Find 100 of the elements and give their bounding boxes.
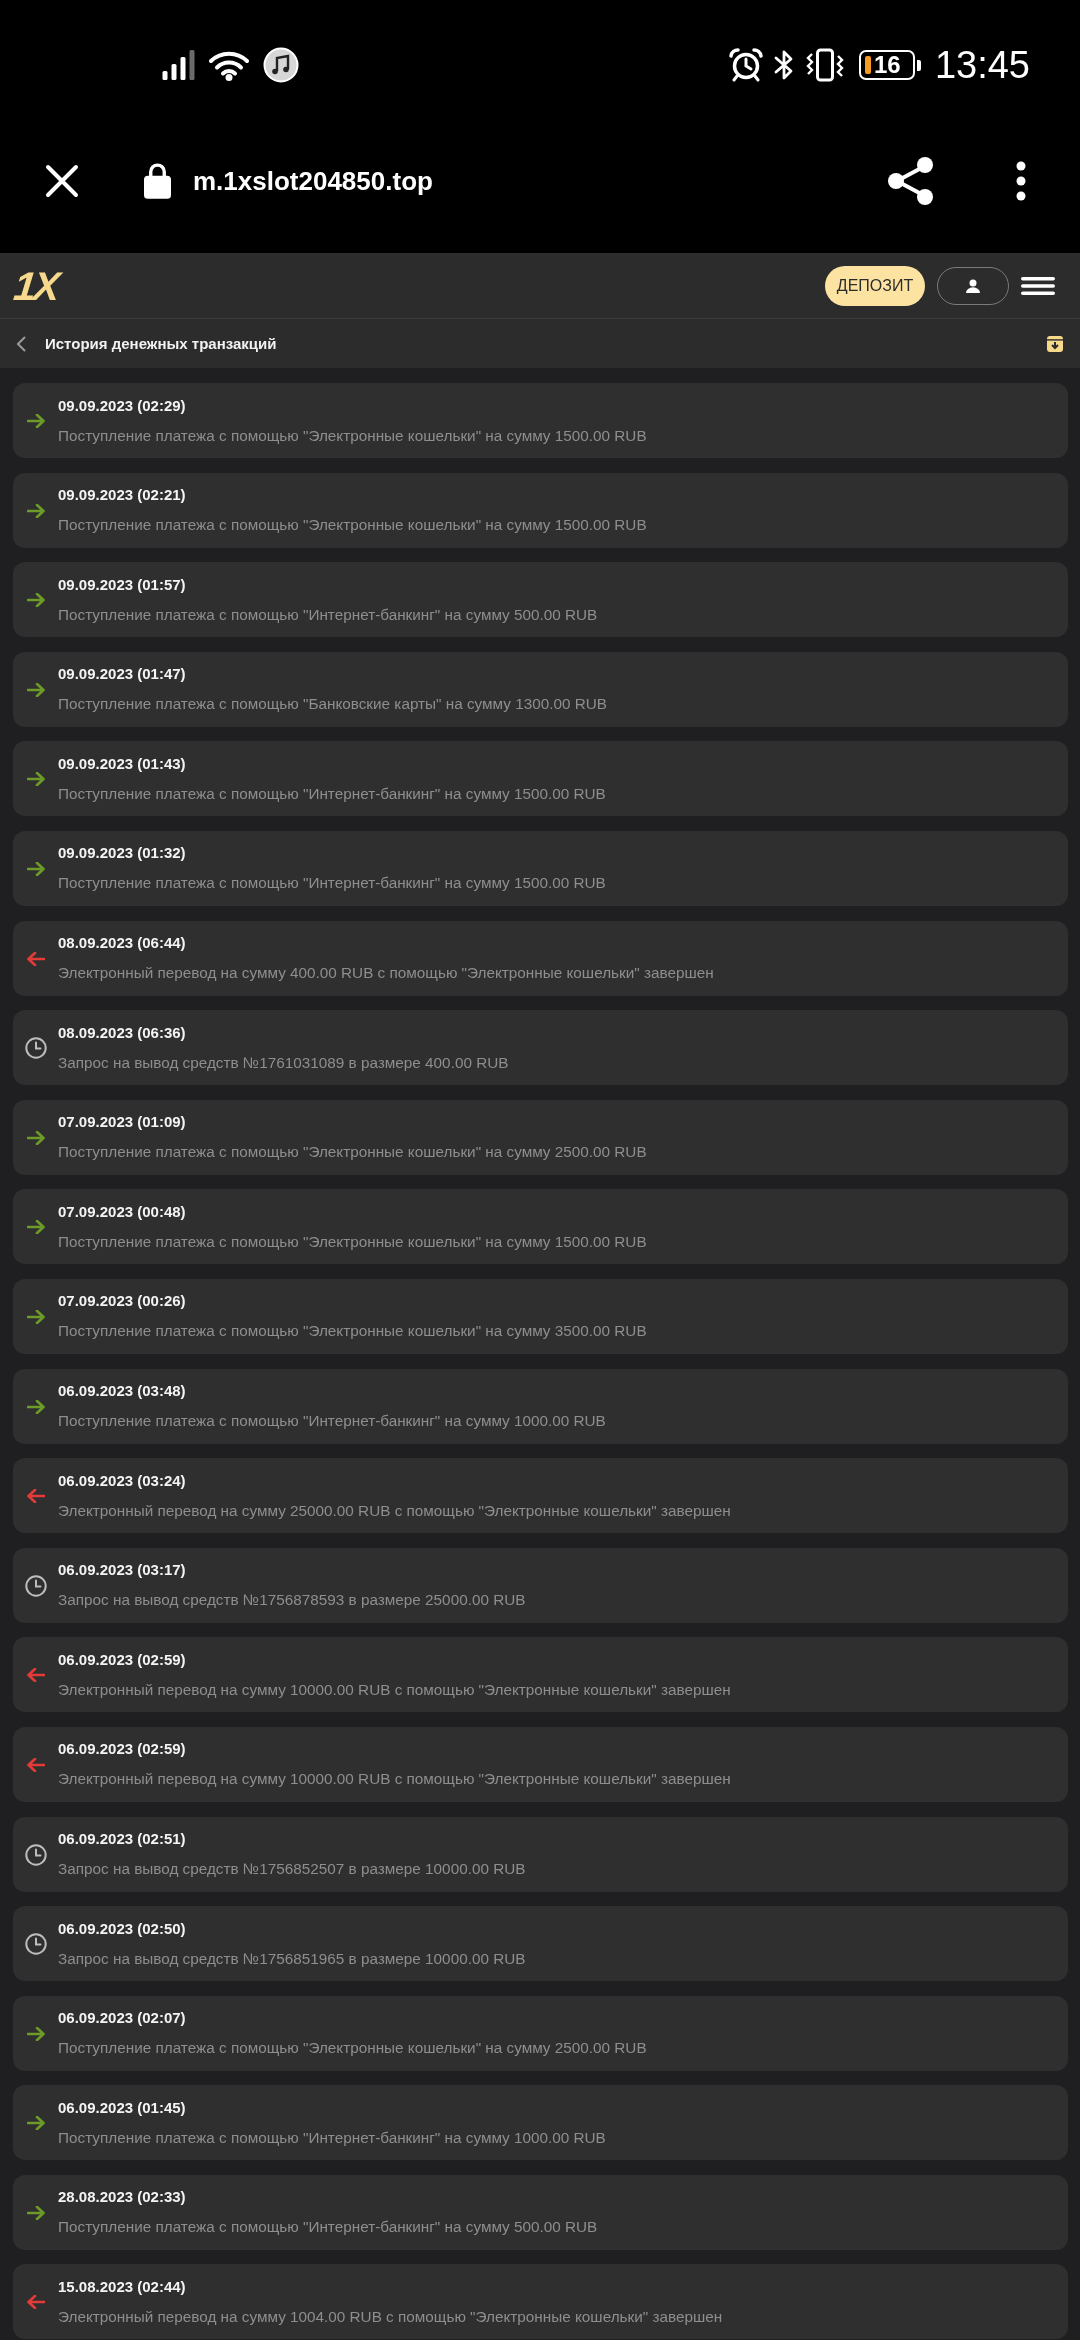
transaction-card[interactable]: 28.08.2023 (02:33) Поступление платежа с помощью "Интернет-банкинг" на сумму 500.00 RUB xyxy=(13,2174,1068,2250)
transaction-description: Поступление платежа с помощью "Интернет-банкинг" на сумму 500.00 RUB xyxy=(58,2218,598,2237)
site-logo[interactable]: 1X xyxy=(11,265,60,306)
right-arrow-icon xyxy=(27,772,45,787)
transaction-description: Поступление платежа с помощью "Интернет-банкинг" на сумму 1500.00 RUB xyxy=(58,784,606,803)
transaction-description: Поступление платежа с помощью "Электронные кошельки" на сумму 2500.00 RUB xyxy=(58,1143,647,1162)
transaction-card[interactable]: 06.09.2023 (02:59) Электронный перевод на сумму 10000.00 RUB с помощью "Электронные кошельки" завершен xyxy=(13,1726,1068,1802)
transaction-card[interactable]: 06.09.2023 (03:24) Электронный перевод на сумму 25000.00 RUB с помощью "Электронные кошельки" завершен xyxy=(13,1458,1068,1534)
transaction-card[interactable]: 06.09.2023 (02:59) Электронный перевод на сумму 10000.00 RUB с помощью "Электронные кошельки" завершен xyxy=(13,1637,1068,1713)
transaction-date: 07.09.2023 (00:48) xyxy=(58,1202,186,1221)
transaction-card[interactable]: 06.09.2023 (03:17) Запрос на вывод средств №1756878593 в размере 25000.00 RUB xyxy=(13,1547,1068,1623)
transaction-date: 09.09.2023 (01:47) xyxy=(58,665,186,684)
transaction-card[interactable]: 09.09.2023 (02:21) Поступление платежа с помощью "Электронные кошельки" на сумму 1500.00 RUB xyxy=(13,472,1068,548)
transaction-description: Поступление платежа с помощью "Электронные кошельки" на сумму 3500.00 RUB xyxy=(58,1322,647,1341)
transaction-description: Поступление платежа с помощью "Интернет-банкинг" на сумму 1000.00 RUB xyxy=(58,2128,606,2147)
url-text[interactable]: m.1xslot204850.top xyxy=(193,163,433,198)
transaction-date: 09.09.2023 (02:21) xyxy=(58,486,186,505)
vibrate-icon xyxy=(804,48,845,82)
transaction-card[interactable]: 07.09.2023 (00:26) Поступление платежа с помощью "Электронные кошельки" на сумму 3500.00 RUB xyxy=(13,1278,1068,1354)
transaction-date: 09.09.2023 (02:29) xyxy=(58,396,186,415)
right-arrow-icon xyxy=(27,414,45,428)
transaction-description: Электронный перевод на сумму 400.00 RUB с помощью "Электронные кошельки" завершен xyxy=(58,964,714,983)
back-chevron-icon xyxy=(16,335,26,352)
transaction-date: 15.08.2023 (02:44) xyxy=(58,2277,186,2296)
clock-icon xyxy=(25,1843,47,1866)
right-arrow-icon xyxy=(27,682,45,697)
transaction-description: Электронный перевод на сумму 1004.00 RUB с помощью "Электронные кошельки" завершен xyxy=(58,2307,723,2326)
right-arrow-icon xyxy=(27,503,45,518)
transaction-description: Поступление платежа с помощью "Электронные кошельки" на сумму 2500.00 RUB xyxy=(58,2039,647,2058)
transaction-description: Запрос на вывод средств №1756878593 в размере 25000.00 RUB xyxy=(58,1591,526,1610)
transaction-description: Электронный перевод на сумму 10000.00 RUB с помощью "Электронные кошельки" завершен xyxy=(58,1770,731,1789)
left-arrow-icon xyxy=(27,2295,45,2310)
transaction-card[interactable]: 06.09.2023 (02:50) Запрос на вывод средств №1756851965 в размере 10000.00 RUB xyxy=(13,1906,1068,1982)
transaction-card[interactable]: 09.09.2023 (01:47) Поступление платежа с помощью "Банковские карты" на сумму 1300.00 RUB xyxy=(13,651,1068,727)
battery-percent: 16 xyxy=(873,53,901,77)
transaction-date: 06.09.2023 (02:07) xyxy=(58,2009,186,2028)
transaction-date: 08.09.2023 (06:44) xyxy=(58,934,186,953)
signal-icon xyxy=(162,50,195,80)
transaction-card[interactable]: 06.09.2023 (01:45) Поступление платежа с помощью "Интернет-банкинг" на сумму 1000.00 RUB xyxy=(13,2085,1068,2161)
transaction-date: 06.09.2023 (03:24) xyxy=(58,1471,186,1490)
battery-fill-icon xyxy=(864,56,871,74)
transaction-card[interactable]: 09.09.2023 (01:32) Поступление платежа с помощью "Интернет-банкинг" на сумму 1500.00 RUB xyxy=(13,830,1068,906)
transaction-card[interactable]: 06.09.2023 (03:48) Поступление платежа с помощью "Интернет-банкинг" на сумму 1000.00 RUB xyxy=(13,1368,1068,1444)
transaction-date: 07.09.2023 (00:26) xyxy=(58,1292,186,1311)
right-arrow-icon xyxy=(27,2026,45,2041)
deposit-button[interactable]: ДЕПОЗИТ xyxy=(825,265,925,306)
right-arrow-icon xyxy=(27,1309,45,1324)
right-arrow-icon xyxy=(27,2205,45,2220)
lock-icon xyxy=(144,162,171,199)
transaction-card[interactable]: 07.09.2023 (00:48) Поступление платежа с помощью "Электронные кошельки" на сумму 1500.00 RUB xyxy=(13,1189,1068,1265)
right-arrow-icon xyxy=(27,2116,45,2131)
transaction-date: 06.09.2023 (01:45) xyxy=(58,2098,186,2117)
transaction-date: 08.09.2023 (06:36) xyxy=(58,1023,186,1042)
wifi-icon xyxy=(209,49,249,81)
transaction-description: Поступление платежа с помощью "Интернет-банкинг" на сумму 1500.00 RUB xyxy=(58,874,606,893)
clock-icon xyxy=(25,1574,47,1597)
transaction-card[interactable]: 09.09.2023 (02:29) Поступление платежа с помощью "Электронные кошельки" на сумму 1500.00 RUB xyxy=(13,383,1068,458)
transaction-card[interactable]: 09.09.2023 (01:43) Поступление платежа с помощью "Интернет-банкинг" на сумму 1500.00 RUB xyxy=(13,741,1068,817)
user-icon xyxy=(966,278,980,293)
transaction-date: 06.09.2023 (03:17) xyxy=(58,1561,186,1580)
transaction-description: Электронный перевод на сумму 10000.00 RUB с помощью "Электронные кошельки" завершен xyxy=(58,1680,731,1699)
transaction-card[interactable]: 08.09.2023 (06:36) Запрос на вывод средств №1761031089 в размере 400.00 RUB xyxy=(13,1010,1068,1086)
close-button[interactable] xyxy=(44,162,80,199)
menu-icon xyxy=(1021,276,1055,295)
back-button[interactable] xyxy=(14,334,28,353)
left-arrow-icon xyxy=(27,951,45,966)
transaction-description: Запрос на вывод средств №1756851965 в размере 10000.00 RUB xyxy=(58,1949,526,1968)
transaction-date: 09.09.2023 (01:43) xyxy=(58,754,186,773)
transaction-card[interactable]: 08.09.2023 (06:44) Электронный перевод на сумму 400.00 RUB с помощью "Электронные кошельки" завершен xyxy=(13,920,1068,996)
transaction-date: 06.09.2023 (02:59) xyxy=(58,1740,186,1759)
share-button[interactable] xyxy=(887,155,935,206)
transaction-card[interactable]: 15.08.2023 (02:44) Электронный перевод на сумму 1004.00 RUB с помощью "Электронные кошельки" завершен xyxy=(13,2264,1068,2340)
share-icon xyxy=(887,155,935,206)
transaction-card[interactable]: 07.09.2023 (01:09) Поступление платежа с помощью "Электронные кошельки" на сумму 2500.00 RUB xyxy=(13,1099,1068,1175)
transaction-description: Запрос на вывод средств №1761031089 в размере 400.00 RUB xyxy=(58,1053,509,1072)
menu-button[interactable] xyxy=(1021,275,1055,296)
download-button[interactable] xyxy=(1047,335,1063,352)
transaction-card[interactable]: 06.09.2023 (02:51) Запрос на вывод средств №1756852507 в размере 10000.00 RUB xyxy=(13,1816,1068,1892)
transaction-date: 06.09.2023 (03:48) xyxy=(58,1382,186,1401)
clock-icon xyxy=(25,1037,47,1060)
right-arrow-icon xyxy=(27,593,45,608)
transaction-description: Поступление платежа с помощью "Интернет-банкинг" на сумму 500.00 RUB xyxy=(58,605,598,624)
clock-icon xyxy=(25,1933,47,1956)
transaction-card[interactable]: 09.09.2023 (01:57) Поступление платежа с помощью "Интернет-банкинг" на сумму 500.00 RUB xyxy=(13,562,1068,638)
transaction-description: Запрос на вывод средств №1756852507 в размере 10000.00 RUB xyxy=(58,1860,526,1878)
transaction-card[interactable]: 06.09.2023 (02:07) Поступление платежа с помощью "Электронные кошельки" на сумму 2500.00 RUB xyxy=(13,1995,1068,2071)
transaction-date: 06.09.2023 (02:59) xyxy=(58,1650,186,1669)
transaction-date: 09.09.2023 (01:57) xyxy=(58,575,186,594)
music-note-icon xyxy=(263,47,299,83)
transaction-description: Поступление платежа с помощью "Электронные кошельки" на сумму 1500.00 RUB xyxy=(58,516,647,535)
alarm-clock-icon xyxy=(728,48,763,82)
right-arrow-icon xyxy=(27,1399,45,1414)
transaction-description: Электронный перевод на сумму 25000.00 RUB с помощью "Электронные кошельки" завершен xyxy=(58,1501,731,1520)
more-options-button[interactable] xyxy=(1015,160,1027,201)
left-arrow-icon xyxy=(27,1757,45,1772)
transaction-date: 07.09.2023 (01:09) xyxy=(58,1113,186,1132)
download-box-icon xyxy=(1047,335,1063,352)
transaction-description: Поступление платежа с помощью "Электронные кошельки" на сумму 1500.00 RUB xyxy=(58,426,647,445)
clock-time: 13:45 xyxy=(934,43,1030,87)
left-arrow-icon xyxy=(27,1668,45,1683)
